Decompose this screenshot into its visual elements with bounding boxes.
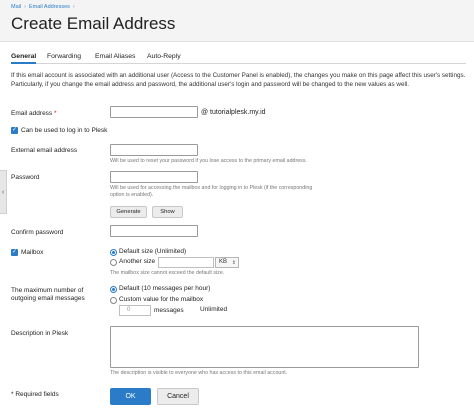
external-email-hint: Will be used to reset your password if y…: [110, 158, 307, 164]
breadcrumb-email-addresses-link[interactable]: Email Addresses: [29, 4, 70, 10]
email-address-label: Email address *: [11, 110, 57, 117]
mailbox-another-size-label: Another size: [119, 258, 156, 265]
tab-forwarding[interactable]: Forwarding: [47, 53, 81, 60]
updown-arrows-icon: ⇕: [231, 260, 236, 266]
mailbox-default-size-label: Default size (Unlimited): [119, 248, 187, 255]
confirm-password-label: Confirm password: [11, 229, 64, 236]
password-hint: Will be used for accessing the mailbox a…: [110, 185, 313, 198]
page-header: Mail › Email Addresses › Create Email Addre…: [0, 0, 474, 42]
tab-general[interactable]: General: [11, 53, 37, 64]
mailbox-size-unit-select[interactable]: KB ⇕: [215, 257, 239, 268]
breadcrumb: Mail › Email Addresses ›: [11, 4, 78, 10]
max-messages-label: The maximum number of outgoing email mes…: [11, 287, 85, 302]
description-hint: The description is visible to everyone w…: [110, 370, 288, 376]
sidebar-collapse-handle[interactable]: ‹: [0, 170, 7, 214]
mailbox-size-input[interactable]: [158, 257, 214, 268]
mailbox-default-size-radio[interactable]: [110, 249, 117, 256]
email-domain: @ tutorialplesk.my.id: [201, 109, 266, 116]
show-password-button[interactable]: Show: [152, 206, 183, 218]
breadcrumb-separator: ›: [24, 4, 26, 10]
max-messages-custom-radio[interactable]: [110, 297, 117, 304]
description-textarea[interactable]: [110, 326, 419, 368]
email-address-input[interactable]: [110, 106, 198, 118]
chevron-left-icon: ‹: [1, 188, 5, 196]
external-email-label: External email address: [11, 147, 78, 154]
description-label: Description in Plesk: [11, 330, 69, 337]
page-title: Create Email Address: [11, 14, 176, 33]
max-messages-unlimited-label: Unlimited: [200, 306, 228, 313]
tab-email-aliases[interactable]: Email Aliases: [95, 53, 135, 60]
required-fields-note: * Required fields: [11, 391, 59, 398]
cancel-button[interactable]: Cancel: [157, 388, 199, 405]
required-mark: *: [54, 110, 57, 117]
mailbox-checkbox[interactable]: ✓: [11, 249, 18, 256]
login-checkbox-label: Can be used to log in to Plesk: [21, 127, 108, 134]
breadcrumb-mail-link[interactable]: Mail: [11, 4, 21, 10]
breadcrumb-separator: ›: [72, 4, 75, 10]
max-messages-count-input[interactable]: 0: [119, 305, 151, 316]
generate-password-button[interactable]: Generate: [110, 206, 147, 218]
mailbox-label: Mailbox: [21, 249, 44, 256]
mailbox-size-hint: The mailbox size cannot exceed the defau…: [110, 270, 225, 276]
max-messages-default-radio[interactable]: [110, 286, 117, 293]
ok-button[interactable]: OK: [110, 388, 151, 405]
checkmark-icon: ✓: [12, 249, 18, 255]
password-input[interactable]: [110, 171, 198, 183]
external-email-input[interactable]: [110, 144, 198, 156]
max-messages-custom-label: Custom value for the mailbox: [119, 296, 204, 303]
confirm-password-input[interactable]: [110, 225, 198, 237]
tab-bar: General Forwarding Email Aliases Auto-Re…: [11, 50, 466, 64]
checkmark-icon: ✓: [12, 127, 18, 133]
tab-auto-reply[interactable]: Auto-Reply: [147, 53, 181, 60]
login-checkbox[interactable]: ✓: [11, 127, 18, 134]
password-label: Password: [11, 174, 40, 181]
max-messages-default-label: Default (10 messages per hour): [119, 285, 211, 292]
max-messages-unit-label: messages: [154, 307, 184, 314]
intro-text: If this email account is associated with…: [11, 72, 466, 88]
mailbox-another-size-radio[interactable]: [110, 259, 117, 266]
